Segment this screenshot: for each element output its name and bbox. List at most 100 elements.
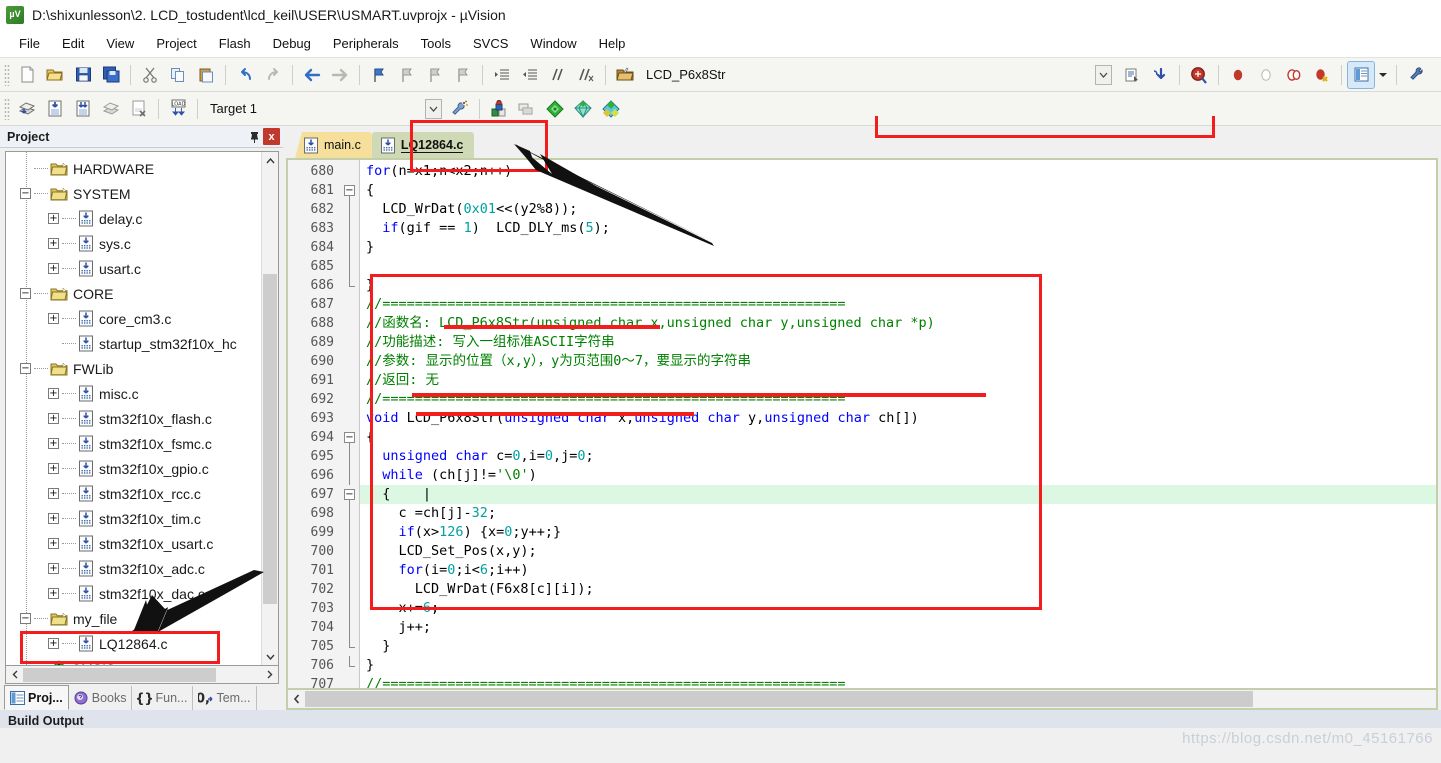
find-in-files-icon[interactable] [612, 62, 638, 88]
tree-expand-icon[interactable]: + [48, 263, 59, 274]
scrollbar-thumb[interactable] [305, 691, 1253, 707]
close-icon[interactable]: x [263, 128, 280, 145]
tree-expand-icon[interactable]: + [48, 413, 59, 424]
code-line[interactable]: x+=6; [360, 599, 1436, 618]
tree-item-my-file[interactable]: − my_file [6, 606, 261, 631]
menu-item-help[interactable]: Help [588, 33, 637, 54]
code-line[interactable]: for(n=x1;n<x2;n++) [360, 162, 1436, 181]
code-line[interactable]: { [360, 428, 1436, 447]
menu-item-debug[interactable]: Debug [262, 33, 322, 54]
editor-tab-main-c[interactable]: main.c [295, 132, 372, 158]
menu-item-file[interactable]: File [8, 33, 51, 54]
code-line[interactable]: if(x>126) {x=0;y++;} [360, 523, 1436, 542]
tree-expand-icon[interactable]: + [48, 438, 59, 449]
pack-installer-icon[interactable] [542, 96, 568, 122]
project-pane-tab-books[interactable]: Books [69, 686, 133, 710]
tree-item-hardware[interactable]: HARDWARE [6, 156, 261, 181]
tree-item-misc-c[interactable]: + misc.c [6, 381, 261, 406]
scroll-right-arrow-icon[interactable] [261, 667, 278, 683]
project-window-dropdown-icon[interactable] [1376, 62, 1390, 88]
tree-expand-icon[interactable]: + [48, 488, 59, 499]
tree-item-cmsis[interactable]: CMSIS [6, 656, 261, 665]
tree-collapse-icon[interactable]: − [20, 613, 31, 624]
breakpoint-icon[interactable] [1225, 62, 1251, 88]
start-debug-icon[interactable] [1186, 62, 1212, 88]
fold-collapse-icon[interactable]: − [344, 489, 355, 500]
tree-collapse-icon[interactable]: − [20, 188, 31, 199]
paste-icon[interactable] [193, 62, 219, 88]
tree-item-system[interactable]: − SYSTEM [6, 181, 261, 206]
redo-icon[interactable] [260, 62, 286, 88]
stop-build-icon[interactable] [126, 96, 152, 122]
tree-expand-icon[interactable]: + [48, 638, 59, 649]
code-line[interactable]: { [360, 181, 1436, 200]
code-line[interactable]: } [360, 276, 1436, 295]
code-line[interactable]: j++; [360, 618, 1436, 637]
menu-item-project[interactable]: Project [145, 33, 207, 54]
tree-item-fwlib[interactable]: − FWLib [6, 356, 261, 381]
outdent-icon[interactable] [517, 62, 543, 88]
project-tree-vertical-scrollbar[interactable] [261, 152, 278, 665]
code-editor[interactable]: 680 681 682 683 684 685 686 687 688 689 690 691 692 6… [286, 158, 1438, 690]
fold-collapse-icon[interactable]: − [344, 185, 355, 196]
project-pane-tab-tem[interactable]: 0, Tem... [193, 686, 257, 710]
save-all-icon[interactable] [98, 62, 124, 88]
manage-runtime-icon[interactable] [570, 96, 596, 122]
code-line[interactable]: unsigned char c=0,i=0,j=0; [360, 447, 1436, 466]
code-line[interactable]: void LCD_P6x8Str(unsigned char x,unsigne… [360, 409, 1436, 428]
code-line[interactable] [360, 257, 1436, 276]
code-line[interactable]: LCD_WrDat(F6x8[c][i]); [360, 580, 1436, 599]
tree-expand-icon[interactable]: + [48, 563, 59, 574]
batch-build-icon[interactable] [98, 96, 124, 122]
tree-item-stm32f10x-rcc-c[interactable]: + stm32f10x_rcc.c [6, 481, 261, 506]
tree-item-stm32f10x-fsmc-c[interactable]: + stm32f10x_fsmc.c [6, 431, 261, 456]
breakpoint-toggle-icon[interactable] [1281, 62, 1307, 88]
project-window-icon[interactable] [1347, 60, 1375, 89]
toolbar-grip[interactable] [4, 97, 10, 120]
tree-expand-icon[interactable]: + [48, 588, 59, 599]
translate-icon[interactable] [14, 96, 40, 122]
menu-item-window[interactable]: Window [519, 33, 587, 54]
function-combo-arrow-icon[interactable] [1095, 64, 1112, 85]
menu-item-tools[interactable]: Tools [410, 33, 462, 54]
code-line[interactable]: //功能描述: 写入一组标准ASCII字符串 [360, 333, 1436, 352]
code-line[interactable]: //返回: 无 [360, 371, 1436, 390]
menu-item-view[interactable]: View [95, 33, 145, 54]
code-line[interactable]: LCD_WrDat(0x01<<(y2%8)); [360, 200, 1436, 219]
code-line[interactable]: } [360, 238, 1436, 257]
tree-expand-icon[interactable]: + [48, 538, 59, 549]
code-line[interactable]: //函数名: LCD_P6x8Str(unsigned char x,unsig… [360, 314, 1436, 333]
scrollbar-thumb[interactable] [23, 667, 216, 682]
undo-icon[interactable] [232, 62, 258, 88]
tree-item-delay-c[interactable]: + delay.c [6, 206, 261, 231]
comment-icon[interactable] [545, 62, 571, 88]
pin-icon[interactable] [246, 128, 263, 145]
tree-expand-icon[interactable]: + [48, 388, 59, 399]
scroll-up-arrow-icon[interactable] [262, 152, 278, 169]
tree-item-core[interactable]: − CORE [6, 281, 261, 306]
insert-tracepoint-icon[interactable] [1119, 62, 1145, 88]
code-line[interactable]: //======================================… [360, 390, 1436, 409]
fold-marker[interactable]: − [340, 428, 359, 447]
open-file-icon[interactable] [42, 62, 68, 88]
manage-project-items-icon[interactable] [486, 96, 512, 122]
menu-item-peripherals[interactable]: Peripherals [322, 33, 410, 54]
fold-marker[interactable]: − [340, 485, 359, 504]
navigate-forward-icon[interactable] [327, 62, 353, 88]
scroll-left-arrow-icon[interactable] [288, 691, 305, 707]
new-file-icon[interactable] [14, 62, 40, 88]
code-line[interactable]: } [360, 656, 1436, 675]
tree-collapse-icon[interactable]: − [20, 363, 31, 374]
menu-item-edit[interactable]: Edit [51, 33, 95, 54]
debug-step-icon[interactable] [1147, 62, 1173, 88]
project-tree-horizontal-scrollbar[interactable] [5, 666, 279, 684]
code-text-content[interactable]: for(n=x1;n<x2;n++){ LCD_WrDat(0x01<<(y2%… [360, 160, 1436, 688]
code-line[interactable]: //======================================… [360, 295, 1436, 314]
toolbar-grip[interactable] [4, 63, 10, 86]
menu-item-svcs[interactable]: SVCS [462, 33, 519, 54]
editor-tab-lq12864-c[interactable]: LQ12864.c [371, 132, 475, 158]
multi-project-icon[interactable] [514, 96, 540, 122]
target-combo-arrow-icon[interactable] [425, 98, 442, 119]
tree-collapse-icon[interactable]: − [20, 288, 31, 299]
cut-icon[interactable] [137, 62, 163, 88]
